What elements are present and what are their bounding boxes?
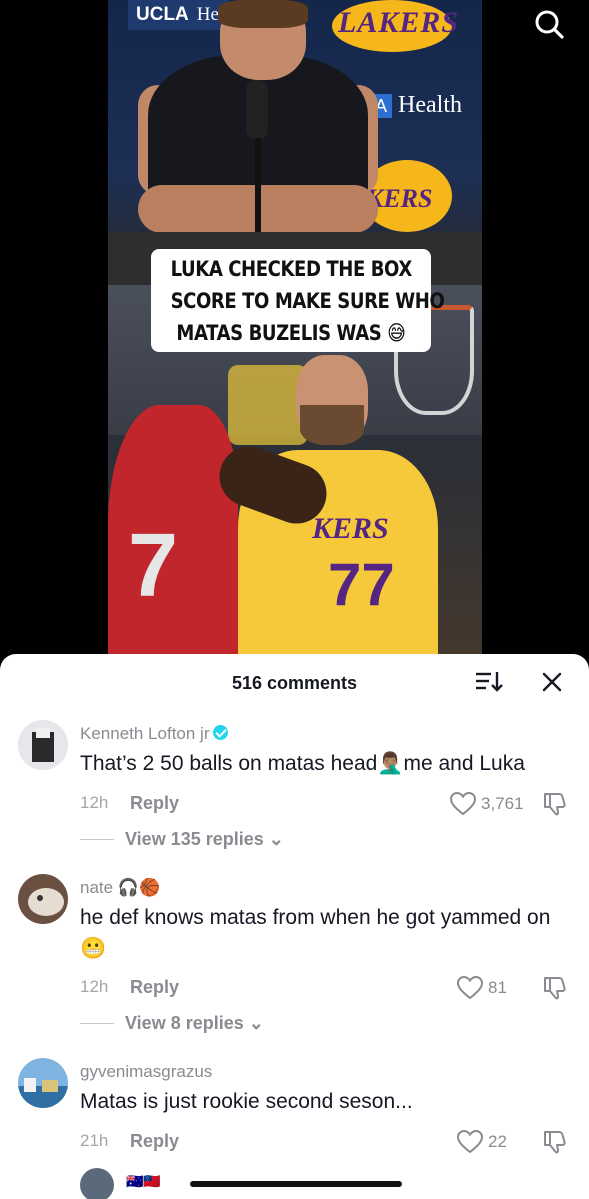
heart-icon [456, 975, 484, 1000]
reply-button[interactable]: Reply [130, 1131, 179, 1152]
dislike-button[interactable] [542, 975, 568, 1001]
username[interactable]: gyvenimasgrazus [80, 1062, 212, 1082]
avatar[interactable] [18, 874, 68, 924]
caption-line: LUKA CHECKED THE BOX [170, 257, 413, 281]
comments-header: 516 comments [0, 654, 589, 710]
comments-sheet: 516 comments Kenneth Lofton jr That’s 2 … [0, 654, 589, 1199]
heart-icon [449, 791, 477, 816]
chevron-down-icon: ⌄ [268, 829, 284, 849]
heart-icon [456, 1129, 484, 1154]
comment-time: 12h [80, 793, 109, 812]
sort-button[interactable] [474, 668, 504, 696]
video-player[interactable]: UCLA He LAKERS A Health KERS KERS 77 7 LUKA… [0, 0, 589, 705]
verified-badge-icon [213, 725, 229, 740]
press-conference-frame: UCLA He LAKERS A Health KERS [108, 0, 482, 285]
like-button[interactable] [449, 791, 477, 816]
thumbs-down-icon [544, 1131, 566, 1154]
comment-item: Kenneth Lofton jr That’s 2 50 balls on m… [0, 718, 589, 888]
reply-button[interactable]: Reply [130, 977, 179, 998]
caption-line: SCORE TO MAKE SURE WHO [170, 289, 445, 313]
comment-text: That’s 2 50 balls on matas head🤦🏽‍♂️me a… [80, 752, 525, 775]
username[interactable]: Kenneth Lofton jr [80, 724, 229, 744]
avatar[interactable] [80, 1168, 114, 1199]
chevron-down-icon: ⌄ [248, 1013, 264, 1033]
microphone-stand [255, 138, 261, 238]
close-button[interactable] [538, 668, 566, 696]
avatar[interactable] [18, 1058, 68, 1108]
search-button[interactable] [533, 8, 565, 40]
emoji: 🤦🏽‍♂️ [377, 752, 404, 775]
close-icon [542, 672, 562, 692]
microphone [246, 80, 268, 140]
comment-item: gyvenimasgrazus Matas is just rookie sec… [0, 1056, 589, 1186]
search-icon [535, 10, 564, 39]
divider [80, 839, 114, 840]
health-sign: A Health [370, 92, 462, 119]
like-button[interactable] [456, 1129, 484, 1154]
avatar[interactable] [18, 720, 68, 770]
dislike-button[interactable] [542, 791, 568, 817]
comment-text: Matas is just rookie second seson... [80, 1090, 413, 1113]
caption-line: MATAS BUZELIS WAS 😅 [176, 321, 406, 345]
emoji: 😬 [80, 937, 107, 960]
divider [80, 1023, 114, 1024]
comment-text: he def knows matas from when he got yamm… [80, 906, 551, 960]
sort-icon [476, 672, 503, 692]
comment-item: nate 🎧🏀 he def knows matas from when he … [0, 872, 589, 1042]
like-count: 22 [488, 1132, 507, 1151]
thumbs-down-icon [544, 793, 566, 816]
username-flags: 🇦🇺🇼🇸 [126, 1173, 161, 1189]
username-emojis: 🎧🏀 [117, 878, 161, 897]
comment-time: 21h [80, 1131, 109, 1150]
reply-button[interactable]: Reply [130, 793, 179, 814]
like-button[interactable] [456, 975, 484, 1000]
home-indicator[interactable] [190, 1181, 402, 1187]
dislike-button[interactable] [542, 1129, 568, 1155]
comment-time: 12h [80, 977, 109, 996]
lakers-player: KERS 77 [238, 355, 438, 705]
like-count: 81 [488, 978, 507, 997]
view-replies-button[interactable]: View 135 replies ⌄ [125, 829, 284, 850]
thumbs-down-icon [544, 977, 566, 1000]
view-replies-button[interactable]: View 8 replies ⌄ [125, 1013, 264, 1034]
like-count: 3,761 [481, 794, 524, 813]
video-caption: LUKA CHECKED THE BOX SCORE TO MAKE SURE … [151, 249, 445, 352]
username[interactable]: nate 🎧🏀 [80, 878, 160, 898]
